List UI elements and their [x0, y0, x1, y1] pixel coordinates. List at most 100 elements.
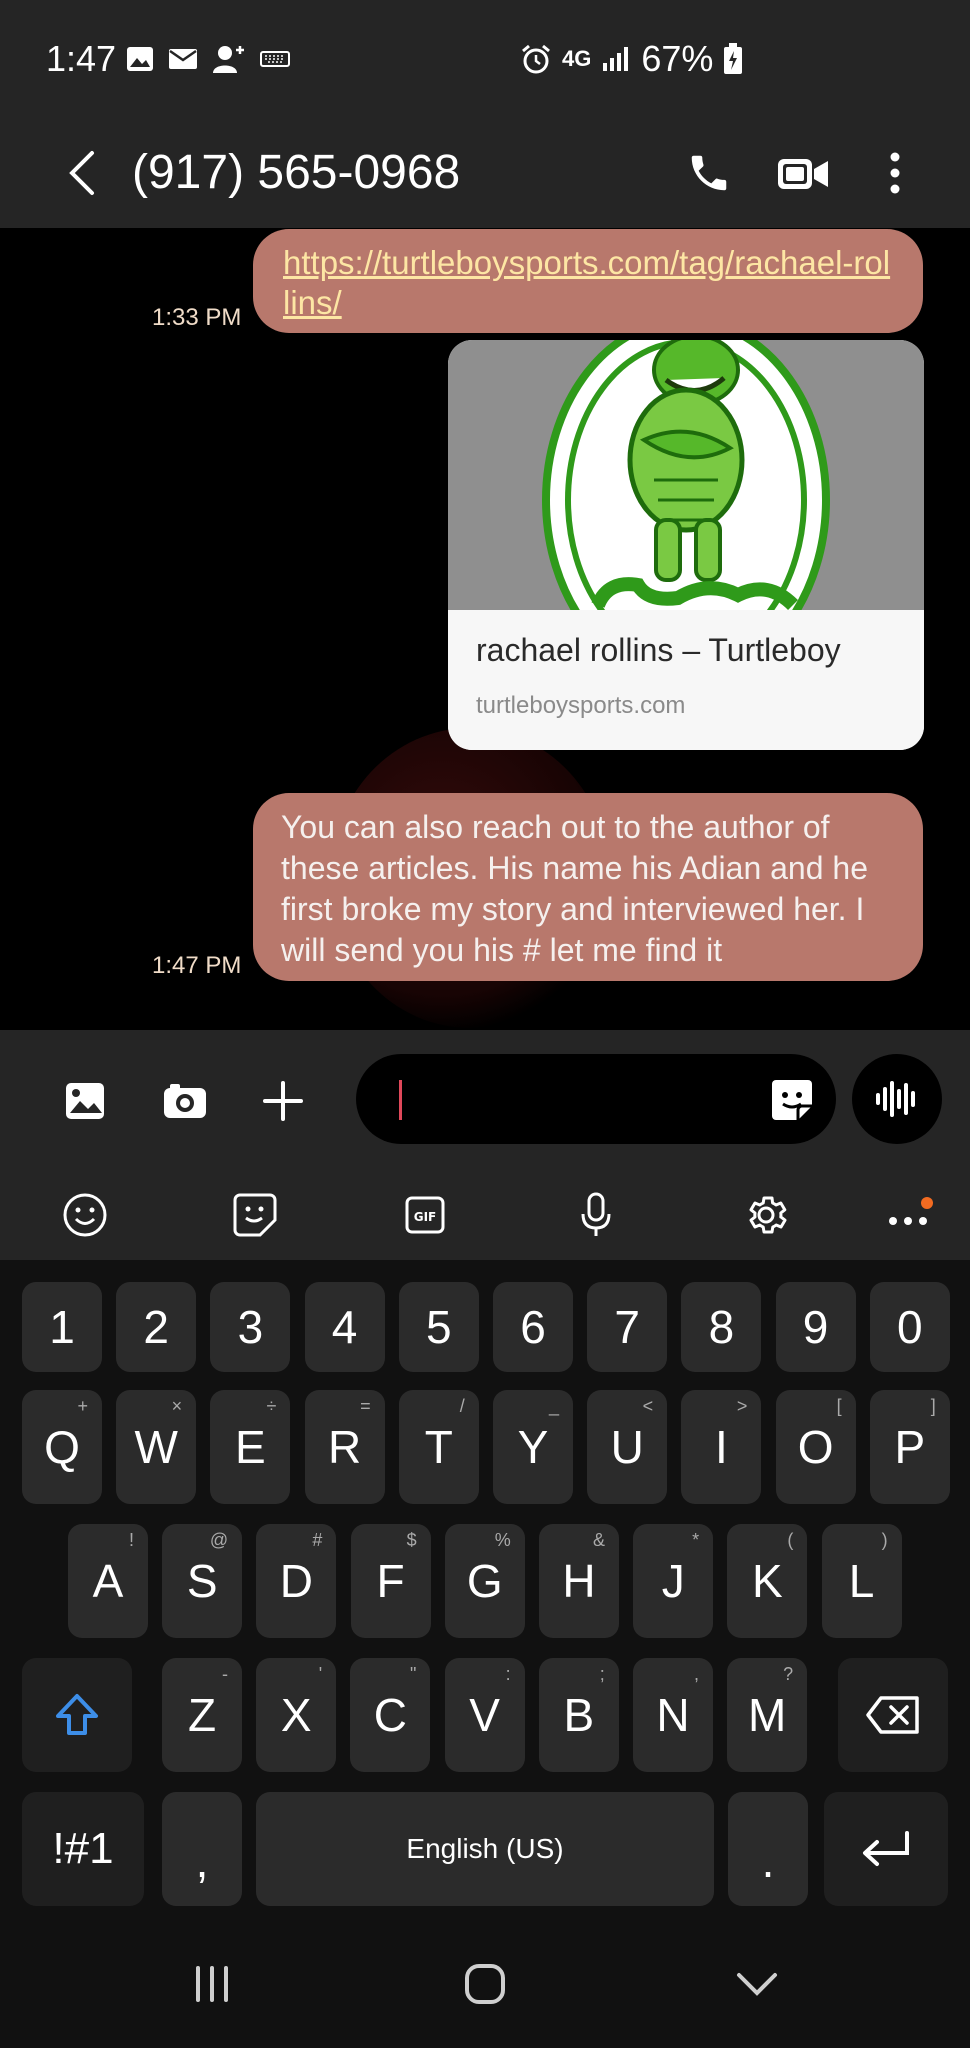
voice-record-button[interactable] [852, 1054, 942, 1144]
comma-key[interactable]: , [162, 1792, 242, 1906]
letter-key-j[interactable]: J * [633, 1524, 714, 1638]
enter-key[interactable] [824, 1792, 948, 1906]
letter-key-m[interactable]: M? [727, 1658, 808, 1772]
letter-key-a[interactable]: A! [68, 1524, 148, 1638]
attach-image-button[interactable] [50, 1066, 120, 1136]
number-key-3[interactable]: 3 [210, 1282, 291, 1372]
voice-input-button[interactable] [564, 1183, 628, 1247]
letter-key-e[interactable]: E ÷ [210, 1390, 291, 1504]
key-label: V [469, 1689, 500, 1741]
gallery-icon [127, 47, 153, 71]
message-bubble-text[interactable]: You can also reach out to the author of … [253, 793, 923, 981]
message-list[interactable]: https://turtleboysports.com/tag/rachael-… [0, 228, 970, 1030]
key-hint: - [222, 1664, 228, 1684]
key-label: S [186, 1555, 218, 1607]
letter-key-s[interactable]: S @ [162, 1524, 243, 1638]
letter-key-t[interactable]: T / [398, 1390, 479, 1504]
gif-button[interactable]: GIF [393, 1183, 457, 1247]
text-cursor [399, 1080, 402, 1120]
letter-key-l[interactable]: L) [821, 1524, 902, 1638]
key-hint: _ [548, 1396, 559, 1416]
contact-add-icon [213, 46, 244, 73]
more-tools-button[interactable] [878, 1183, 942, 1247]
back-button[interactable] [56, 138, 106, 208]
letter-key-d[interactable]: D # [256, 1524, 337, 1638]
sticker-button[interactable] [223, 1183, 287, 1247]
key-label: R [327, 1421, 362, 1473]
key-label: 7 [614, 1301, 640, 1353]
message-input[interactable] [356, 1054, 836, 1144]
letter-key-r[interactable]: R = [304, 1390, 385, 1504]
key-label: 3 [237, 1301, 264, 1353]
number-key-9[interactable]: 9 [775, 1282, 856, 1372]
letter-key-x[interactable]: X ' [256, 1658, 337, 1772]
camera-button[interactable] [150, 1066, 220, 1136]
period-key[interactable]: . [728, 1792, 808, 1906]
hide-keyboard-button[interactable] [722, 1954, 792, 2014]
chevron-down-icon [737, 1973, 777, 1996]
link-preview-title: rachael rollins – Turtleboy [476, 632, 841, 668]
video-call-button[interactable] [768, 138, 838, 208]
key-hint: / [459, 1396, 465, 1416]
key-label: A [92, 1555, 124, 1607]
add-attachment-button[interactable] [248, 1066, 318, 1136]
message-bubble-link[interactable]: https://turtleboysports.com/tag/rachael-… [253, 229, 923, 333]
letter-key-p[interactable]: P] [869, 1390, 950, 1504]
emoji-button[interactable] [53, 1183, 117, 1247]
gear-icon [749, 1196, 787, 1234]
number-key-2[interactable]: 2 [116, 1282, 197, 1372]
key-hint: < [642, 1396, 654, 1416]
shift-key[interactable] [22, 1658, 132, 1772]
letter-key-y[interactable]: Y _ [493, 1390, 573, 1504]
link-preview-card[interactable]: rachael rollins – Turtleboy turtleboyspo… [448, 340, 924, 750]
more-options-button[interactable] [860, 138, 930, 208]
letter-key-b[interactable]: B; [538, 1658, 619, 1772]
keyboard-icon [260, 51, 290, 67]
key-label: E [235, 1421, 266, 1473]
call-button[interactable] [674, 138, 744, 208]
key-label: N [656, 1689, 690, 1741]
letter-key-q[interactable]: Q + [22, 1390, 102, 1504]
enter-icon [863, 1831, 909, 1866]
letter-key-c[interactable]: C " [350, 1658, 431, 1772]
symbols-key[interactable]: !#1 [22, 1792, 144, 1906]
key-hint: " [410, 1664, 417, 1684]
number-key-1[interactable]: 1 [22, 1282, 102, 1372]
key-label: 4 [331, 1301, 358, 1353]
keyboard-toolbar: GIF [0, 1165, 970, 1260]
recent-apps-button[interactable] [177, 1954, 247, 2014]
letter-key-f[interactable]: F $ [350, 1524, 431, 1638]
message-composer [0, 1030, 970, 1165]
backspace-icon [866, 1696, 919, 1734]
letter-key-g[interactable]: G% [444, 1524, 525, 1638]
letter-key-i[interactable]: I > [681, 1390, 762, 1504]
letter-key-o[interactable]: O[ [775, 1390, 856, 1504]
letter-key-v[interactable]: V: [444, 1658, 525, 1772]
number-key-7[interactable]: 7 [587, 1282, 668, 1372]
status-bar: 1:47 4G 67% [0, 0, 970, 118]
number-key-6[interactable]: 6 [493, 1282, 573, 1372]
letter-key-u[interactable]: U < [587, 1390, 668, 1504]
letter-key-n[interactable]: N, [633, 1658, 713, 1772]
key-hint: $ [406, 1530, 417, 1550]
microphone-icon [581, 1192, 611, 1236]
battery-charging-icon [724, 43, 743, 74]
gif-icon: GIF [405, 1196, 445, 1234]
letter-key-h[interactable]: H & [539, 1524, 619, 1638]
letter-key-k[interactable]: K( [727, 1524, 808, 1638]
number-key-8[interactable]: 8 [681, 1282, 762, 1372]
letter-key-z[interactable]: Z- [162, 1658, 242, 1772]
number-key-0[interactable]: 0 [869, 1282, 950, 1372]
home-button[interactable] [450, 1954, 520, 2014]
phone-icon [691, 155, 727, 191]
symbols-key-label: !#1 [52, 1824, 114, 1873]
number-key-5[interactable]: 5 [398, 1282, 479, 1372]
backspace-key[interactable] [838, 1658, 948, 1772]
alarm-icon [522, 44, 550, 74]
keyboard-settings-button[interactable] [734, 1183, 798, 1247]
message-link[interactable]: https://turtleboysports.com/tag/rachael-… [283, 244, 890, 321]
space-key[interactable]: English (US) [256, 1792, 714, 1906]
letter-key-w[interactable]: W × [116, 1390, 197, 1504]
number-key-4[interactable]: 4 [304, 1282, 385, 1372]
key-label: Y [517, 1421, 549, 1473]
